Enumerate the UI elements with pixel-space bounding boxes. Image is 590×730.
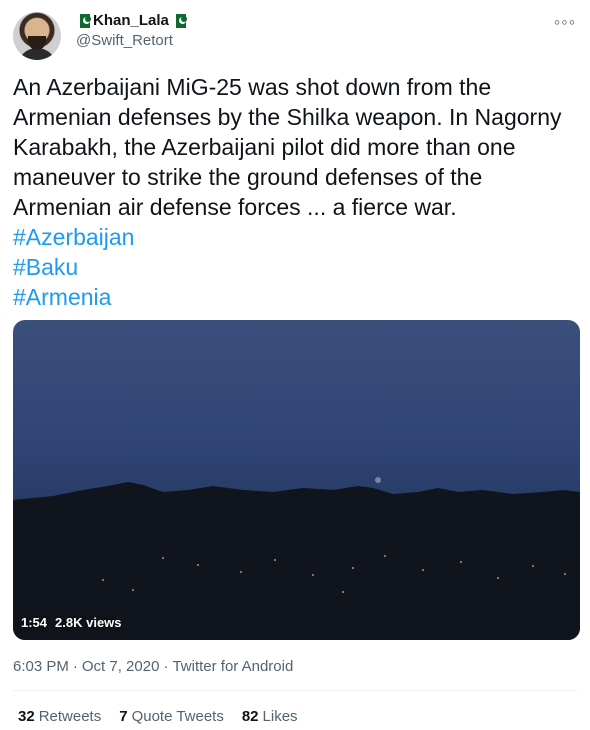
meta-separator: ·	[72, 658, 78, 675]
meta-separator: ·	[163, 658, 169, 675]
user-handle[interactable]: @Swift_Retort	[76, 32, 173, 49]
likes-label: Likes	[262, 708, 298, 725]
avatar[interactable]	[13, 12, 61, 60]
user-name-row[interactable]: Khan_Lala	[76, 12, 187, 29]
tweet-text: An Azerbaijani MiG-25 was shot down from…	[13, 72, 578, 312]
tweet-date[interactable]: Oct 7, 2020	[82, 658, 160, 675]
likes-stat[interactable]: 82 Likes	[242, 708, 298, 725]
hashtag-link[interactable]: #Baku	[13, 252, 578, 282]
tweet-stats: 32 Retweets 7 Quote Tweets 82 Likes	[18, 708, 298, 725]
distant-light	[375, 477, 381, 483]
video-player[interactable]: 1:54 2.8K views	[13, 320, 580, 640]
hashtag-link[interactable]: #Azerbaijan	[13, 222, 578, 252]
divider	[13, 690, 577, 691]
quote-tweets-stat[interactable]: 7 Quote Tweets	[119, 708, 224, 725]
video-info: 1:54 2.8K views	[21, 615, 122, 630]
retweets-stat[interactable]: 32 Retweets	[18, 708, 101, 725]
more-options-icon[interactable]: ◦◦◦	[554, 12, 576, 33]
pakistan-flag-icon	[171, 13, 187, 28]
tweet-time[interactable]: 6:03 PM	[13, 658, 69, 675]
tweet-meta: 6:03 PM · Oct 7, 2020 · Twitter for Andr…	[13, 658, 293, 675]
display-name[interactable]: Khan_Lala	[93, 12, 169, 29]
video-views: 2.8K views	[55, 615, 122, 630]
tweet-body: An Azerbaijani MiG-25 was shot down from…	[13, 74, 562, 220]
retweets-count: 32	[18, 708, 35, 725]
likes-count: 82	[241, 708, 259, 725]
hashtag-link[interactable]: #Armenia	[13, 282, 578, 312]
tweet-source[interactable]: Twitter for Android	[172, 658, 293, 675]
quote-label: Quote Tweets	[131, 708, 224, 725]
video-duration: 1:54	[21, 615, 48, 630]
video-frame	[13, 477, 580, 640]
avatar-beard	[28, 36, 46, 50]
pakistan-flag-icon	[76, 13, 91, 28]
quote-count: 7	[119, 708, 128, 725]
retweets-label: Retweets	[38, 708, 102, 725]
